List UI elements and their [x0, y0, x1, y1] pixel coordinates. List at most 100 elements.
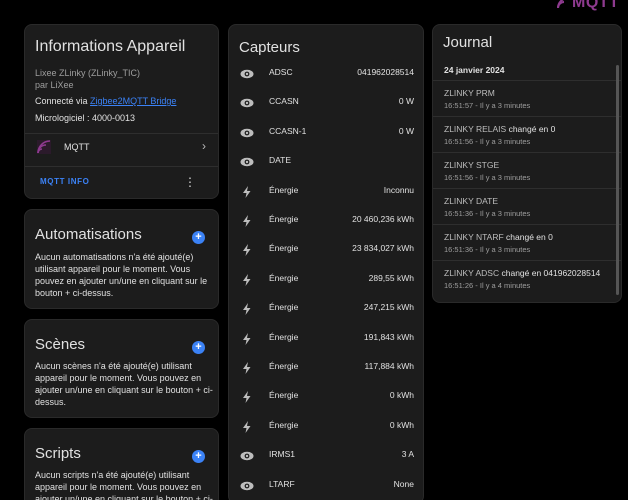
journal-message: ZLINKY NTARF changé en 0	[444, 232, 553, 242]
journal-entry[interactable]: ZLINKY RELAIS changé en 0 16:51:56 - Il y…	[433, 116, 621, 152]
automations-description: Aucun automatisations n'a été ajouté(e) …	[35, 252, 208, 298]
journal-date: 24 janvier 2024	[444, 65, 505, 75]
sensor-value: 0 kWh	[389, 419, 414, 430]
sensor-name: Énergie	[269, 214, 299, 224]
sensor-row[interactable]: Énergie 0 kWh	[229, 382, 423, 411]
flash-icon	[240, 332, 254, 345]
journal-time: 16:51:36 - Il y a 3 minutes	[444, 245, 531, 254]
sensor-row[interactable]: Énergie 23 834,027 kWh	[229, 235, 423, 264]
journal-entity-name[interactable]: ZLINKY NTARF	[444, 232, 504, 242]
eye-icon	[240, 67, 254, 79]
sensors-title: Capteurs	[239, 39, 300, 56]
journal-time: 16:51:57 - Il y a 3 minutes	[444, 101, 531, 110]
add-automation-button[interactable]: +	[192, 231, 205, 244]
automations-card: Automatisations + Aucun automatisations …	[24, 209, 219, 309]
journal-title: Journal	[443, 34, 493, 51]
sensor-row[interactable]: IRMS1 3 A	[229, 441, 423, 470]
mqtt-icon	[37, 140, 51, 154]
sensor-name: Énergie	[269, 272, 299, 283]
journal-entry[interactable]: ZLINKY STGE 16:51:56 - Il y a 3 minutes	[433, 152, 621, 188]
sensor-row[interactable]: Énergie 289,55 kWh	[229, 265, 423, 294]
flash-icon	[240, 302, 254, 316]
flash-icon	[240, 185, 254, 198]
scenes-card: Scènes + Aucun scènes n'a été ajouté(e) …	[24, 319, 219, 418]
sensor-row[interactable]: LTARF None	[229, 471, 423, 500]
journal-card: Journal 24 janvier 2024 ZLINKY PRM 16:51:…	[432, 24, 622, 303]
sensors-card: Capteurs ADSC 041962028514 CCASN 0 W CCASN-1…	[228, 24, 424, 500]
sensor-value: 20 460,236 kWh	[352, 214, 414, 224]
sensor-name: IRMS1	[269, 449, 295, 460]
sensor-row[interactable]: Énergie 247,215 kWh	[229, 294, 423, 323]
sensor-row[interactable]: Énergie 0 kWh	[229, 412, 423, 441]
journal-action: changé en 041962028514	[499, 268, 601, 278]
automations-title: Automatisations	[35, 226, 142, 243]
flash-icon	[240, 214, 254, 227]
journal-entity-name[interactable]: ZLINKY PRM	[444, 88, 495, 98]
sensor-value: 3 A	[401, 449, 414, 460]
journal-message: ZLINKY DATE	[444, 196, 498, 206]
device-model-name: Lixee ZLinky (ZLinky_TIC)	[35, 68, 141, 78]
divider	[25, 133, 218, 134]
sensor-name: Énergie	[269, 419, 299, 430]
journal-time: 16:51:56 - Il y a 3 minutes	[444, 173, 531, 182]
divider	[25, 166, 218, 167]
bridge-link[interactable]: Zigbee2MQTT Bridge	[90, 96, 176, 106]
journal-entry[interactable]: ZLINKY PRM 16:51:57 - Il y a 3 minutes	[433, 80, 621, 116]
more-options-icon[interactable]: ⋮	[184, 175, 196, 189]
sensor-value: 117,884 kWh	[364, 361, 414, 371]
sensor-name: ADSC	[269, 67, 293, 77]
sensor-name: Énergie	[269, 390, 299, 401]
journal-scrollbar[interactable]	[616, 65, 619, 295]
sensor-row[interactable]: Énergie 191,843 kWh	[229, 324, 423, 353]
journal-entry[interactable]: ZLINKY DATE 16:51:36 - Il y a 3 minutes	[433, 188, 621, 224]
mqtt-integration-row[interactable]: MQTT ›	[25, 135, 218, 163]
eye-icon	[240, 155, 254, 167]
journal-entity-name[interactable]: ZLINKY ADSC	[444, 268, 499, 278]
journal-entity-name[interactable]: ZLINKY RELAIS	[444, 124, 506, 134]
sensor-name: CCASN-1	[269, 125, 307, 136]
sensor-name: Énergie	[269, 331, 299, 342]
sensor-row[interactable]: CCASN-1 0 W	[229, 118, 423, 147]
journal-time: 16:51:26 - Il y a 4 minutes	[444, 281, 531, 290]
journal-entity-name[interactable]: ZLINKY STGE	[444, 160, 499, 170]
journal-time: 16:51:56 - Il y a 3 minutes	[444, 137, 531, 146]
sensor-name: Énergie	[269, 302, 299, 313]
flash-icon	[240, 420, 254, 433]
scenes-description: Aucun scènes n'a été ajouté(e) utilisant…	[35, 361, 213, 407]
eye-icon	[240, 96, 254, 108]
journal-message: ZLINKY PRM	[444, 88, 495, 98]
sensor-name: Énergie	[269, 361, 299, 371]
add-scene-button[interactable]: +	[192, 341, 205, 354]
sensor-value: 0 W	[398, 125, 414, 136]
mqtt-label: MQTT	[64, 142, 90, 152]
device-model: Lixee ZLinky (ZLinky_TIC) par LiXee	[35, 67, 140, 91]
eye-icon	[240, 449, 254, 461]
journal-entry[interactable]: ZLINKY ADSC changé en 041962028514 16:51:…	[433, 260, 621, 296]
sensor-value: Inconnu	[383, 184, 414, 195]
sensor-row[interactable]: ADSC 041962028514	[229, 59, 423, 88]
add-script-button[interactable]: +	[192, 450, 205, 463]
scripts-title: Scripts	[35, 445, 81, 462]
sensor-row[interactable]: Énergie 20 460,236 kWh	[229, 206, 423, 235]
scenes-title: Scènes	[35, 336, 86, 353]
sensor-row[interactable]: Énergie 117,884 kWh	[229, 353, 423, 382]
sensor-value: 23 834,027 kWh	[352, 243, 414, 254]
sensor-value: 191,843 kWh	[363, 331, 414, 342]
journal-entry[interactable]: ZLINKY NTARF changé en 0 16:51:36 - Il y …	[433, 224, 621, 260]
sensor-value: 289,55 kWh	[368, 272, 414, 283]
device-info-card: Informations Appareil Lixee ZLinky (ZLin…	[24, 24, 219, 199]
flash-icon	[240, 390, 254, 404]
journal-time: 16:51:36 - Il y a 3 minutes	[444, 209, 531, 218]
sensor-name: DATE	[269, 155, 292, 166]
sensor-row[interactable]: DATE	[229, 147, 423, 176]
connected-prefix: Connecté via	[35, 96, 91, 106]
sensor-value: 0 kWh	[389, 390, 414, 401]
mqtt-info-button[interactable]: MQTT INFO	[40, 177, 89, 186]
device-info-title: Informations Appareil	[35, 38, 186, 55]
mqtt-logo: MQTT	[556, 0, 628, 12]
sensor-name: Énergie	[269, 184, 299, 195]
sensor-row[interactable]: Énergie Inconnu	[229, 177, 423, 206]
flash-icon	[240, 243, 254, 257]
journal-entity-name[interactable]: ZLINKY DATE	[444, 196, 498, 206]
sensor-row[interactable]: CCASN 0 W	[229, 88, 423, 117]
